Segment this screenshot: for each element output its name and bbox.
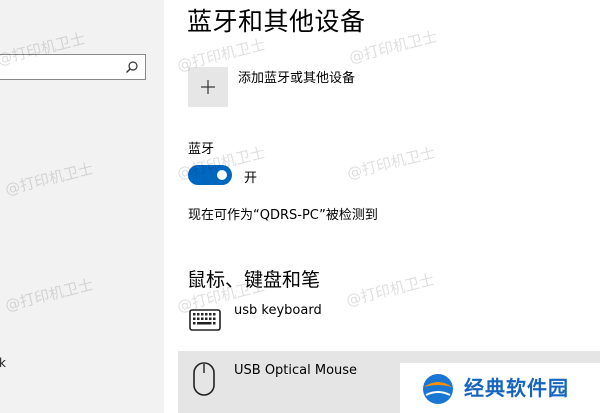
page-title: 蓝牙和其他设备 bbox=[187, 7, 366, 36]
toggle-knob bbox=[217, 170, 227, 180]
search-icon[interactable] bbox=[125, 60, 139, 74]
brand-overlay: 经典软件园 bbox=[400, 363, 600, 413]
section-title-mouse-keyboard: 鼠标、键盘和笔 bbox=[187, 269, 321, 291]
keyboard-icon bbox=[189, 309, 221, 331]
brand-text: 经典软件园 bbox=[464, 376, 569, 400]
device-name-mouse: USB Optical Mouse bbox=[234, 363, 358, 378]
device-name-keyboard: usb keyboard bbox=[234, 303, 322, 318]
toggle-state-text: 开 bbox=[244, 171, 258, 186]
device-row-keyboard[interactable]: usb keyboard bbox=[164, 296, 600, 342]
search-input[interactable] bbox=[0, 54, 146, 80]
plus-icon bbox=[201, 80, 215, 94]
main-content: 蓝牙和其他设备 添加蓝牙或其他设备 蓝牙 开 现在可作为“QDRS-PC”被检测… bbox=[164, 0, 600, 413]
discoverable-status: 现在可作为“QDRS-PC”被检测到 bbox=[188, 208, 378, 223]
add-device-label[interactable]: 添加蓝牙或其他设备 bbox=[238, 67, 355, 86]
bluetooth-label: 蓝牙 bbox=[188, 142, 215, 157]
mouse-icon bbox=[193, 362, 215, 396]
add-device-button[interactable] bbox=[188, 67, 228, 107]
sidebar-item-label[interactable]: k bbox=[0, 356, 6, 370]
brand-logo-icon bbox=[423, 374, 453, 404]
sidebar: k bbox=[0, 0, 164, 413]
bluetooth-toggle[interactable] bbox=[188, 165, 232, 185]
